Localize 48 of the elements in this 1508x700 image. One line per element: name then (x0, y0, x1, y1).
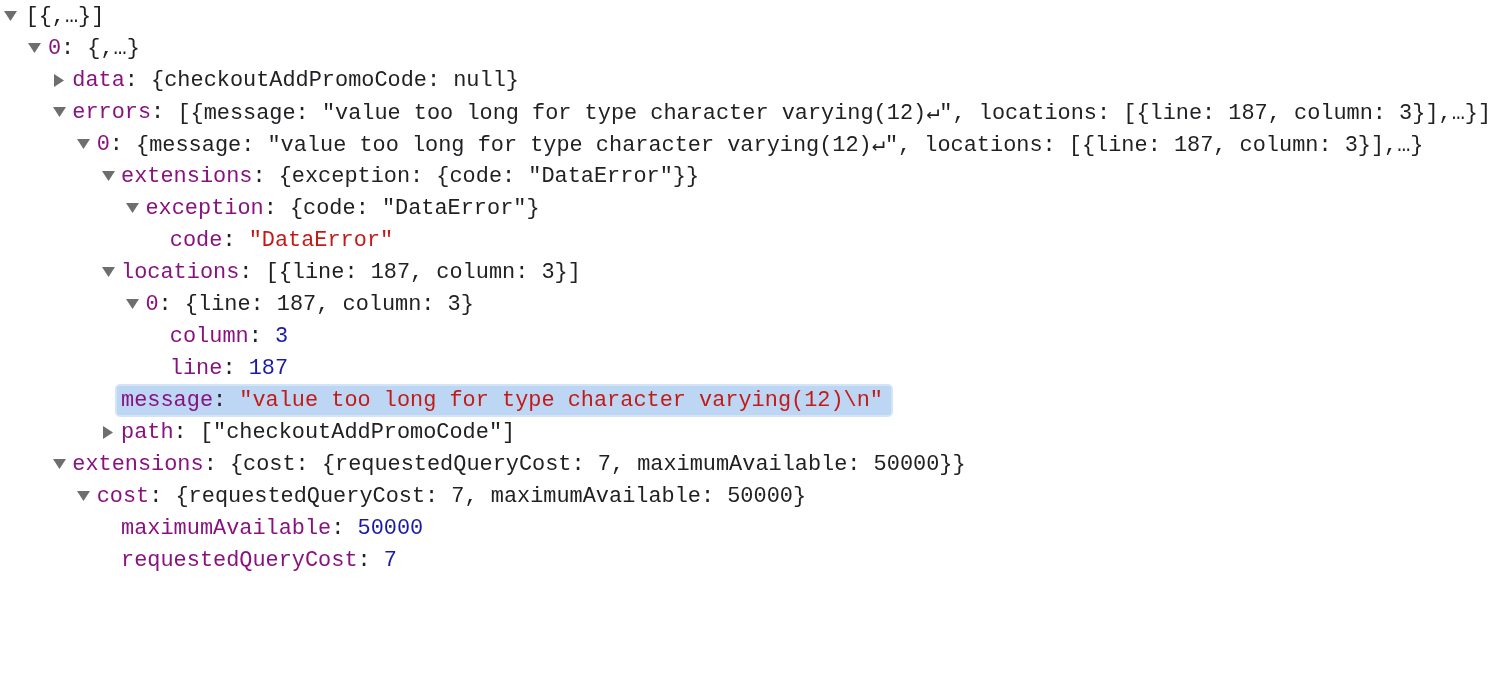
property-key: extensions: (121, 163, 266, 189)
caret-down-icon[interactable] (77, 139, 91, 149)
caret-right-icon[interactable] (103, 425, 114, 439)
property-key: line: (169, 355, 236, 381)
selected-tree-row[interactable]: message: "value too long for type character varying(12)\n" (115, 383, 893, 417)
property-key: maximumAvailable: (121, 515, 345, 541)
caret-down-icon[interactable] (52, 107, 66, 117)
value-preview: {,…} (87, 35, 140, 61)
property-key: extensions: (72, 451, 217, 477)
caret-down-icon[interactable] (4, 11, 17, 21)
value-preview: [{message: "value too long for type character varying(12)↵", locations: [{line: 187, column: 3}],…}] (177, 99, 1492, 126)
caret-down-icon[interactable] (28, 43, 42, 53)
property-key: data: (72, 67, 138, 93)
value-preview: [{line: 187, column: 3}] (265, 259, 581, 285)
string-value: "value too long for type character varying(12)\n" (239, 387, 883, 413)
property-key: column: (169, 323, 262, 349)
property-key: locations: (121, 259, 253, 285)
caret-down-icon[interactable] (101, 267, 115, 277)
value-preview: [{,…}] (25, 3, 105, 29)
value-preview: {message: "value too long for type character varying(12)↵", locations: [{line: 187, column: 3}],…} (136, 131, 1424, 158)
property-key: code: (169, 227, 236, 253)
caret-down-icon[interactable] (101, 171, 115, 181)
property-key: errors: (72, 99, 165, 125)
property-key: 0: (47, 35, 75, 61)
caret-down-icon[interactable] (125, 203, 139, 213)
value-preview: {line: 187, column: 3} (184, 291, 474, 317)
caret-down-icon[interactable] (125, 299, 139, 309)
string-value: "DataError" (248, 227, 394, 253)
caret-down-icon[interactable] (52, 459, 66, 469)
property-key: 0: (96, 131, 123, 157)
number-value: 187 (248, 355, 289, 381)
value-preview: {code: "DataError"} (289, 195, 540, 221)
value-preview: ["checkoutAddPromoCode"] (199, 419, 516, 445)
caret-right-icon[interactable] (54, 73, 65, 87)
value-preview: {checkoutAddPromoCode: null} (151, 67, 519, 93)
number-value: 7 (383, 547, 397, 573)
property-key: cost: (96, 483, 163, 509)
number-value: 3 (274, 323, 289, 349)
value-preview: {requestedQueryCost: 7, maximumAvailable: 50000} (175, 483, 807, 509)
caret-down-icon[interactable] (77, 491, 91, 501)
property-key: requestedQueryCost: (121, 547, 371, 573)
number-value: 50000 (357, 515, 424, 541)
value-preview: {exception: {code: "DataError"}} (278, 163, 700, 189)
property-key: 0: (145, 291, 172, 317)
property-key: message: (121, 387, 227, 413)
property-key: exception: (145, 195, 277, 221)
value-preview: {cost: {requestedQueryCost: 7, maximumAvailable: 50000}} (229, 451, 966, 477)
property-key: path: (121, 419, 187, 445)
